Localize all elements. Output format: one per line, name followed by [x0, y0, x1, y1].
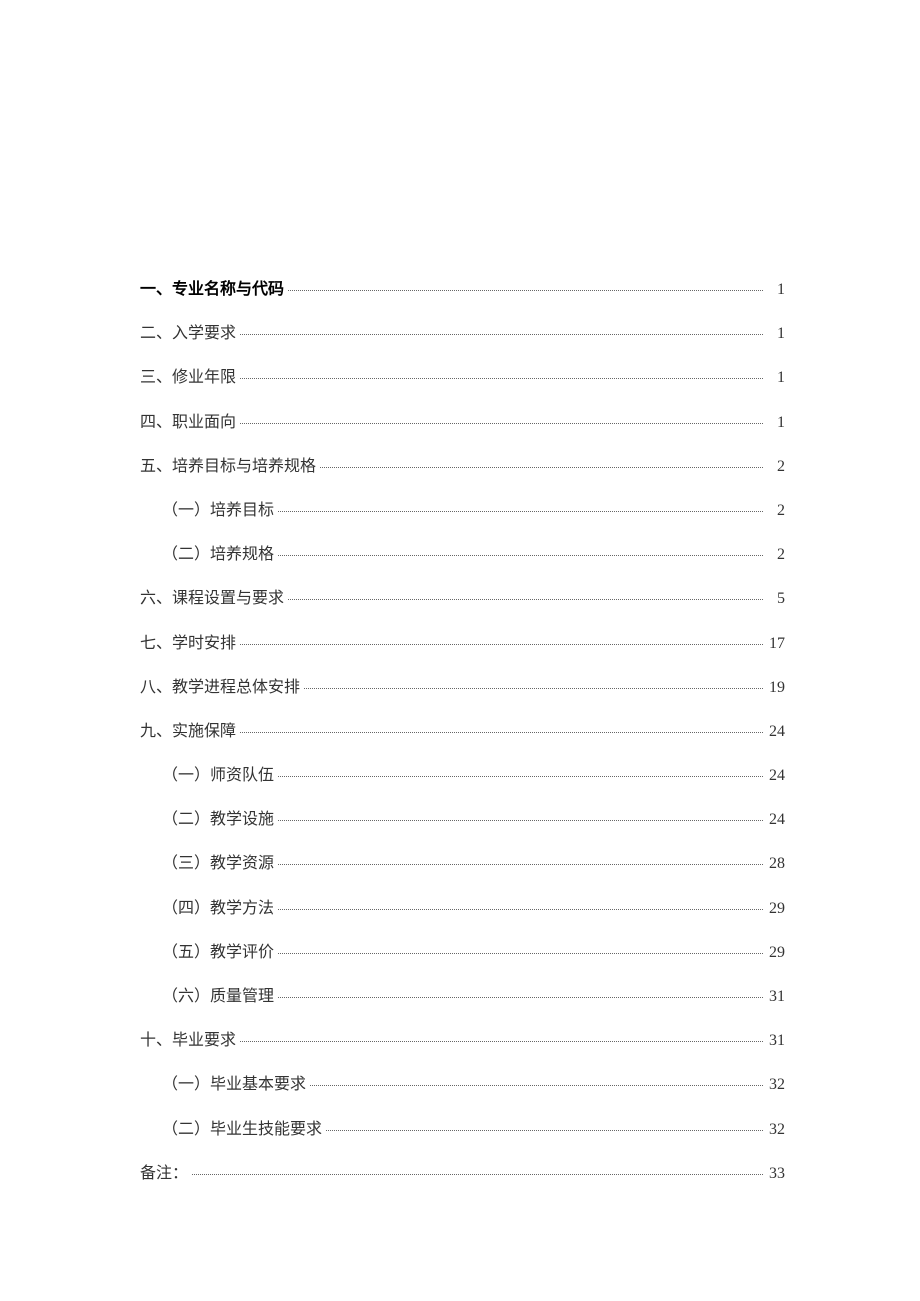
toc-entry: （一）毕业基本要求 32 [140, 1075, 785, 1094]
toc-entry: （二）培养规格 2 [140, 545, 785, 564]
toc-page-number: 2 [767, 545, 785, 564]
toc-page-number: 32 [767, 1075, 785, 1094]
toc-title: 三、修业年限 [140, 368, 236, 387]
toc-entry: （三）教学资源 28 [140, 854, 785, 873]
dot-leader [278, 820, 763, 821]
dot-leader [288, 290, 763, 291]
toc-title: 六、课程设置与要求 [140, 589, 284, 608]
toc-title: 四、职业面向 [140, 413, 236, 432]
toc-title: （六）质量管理 [162, 987, 274, 1006]
toc-entry: （六）质量管理 31 [140, 987, 785, 1006]
dot-leader [240, 732, 763, 733]
toc-entry: 六、课程设置与要求 5 [140, 589, 785, 608]
toc-page-number: 24 [767, 722, 785, 741]
document-page: 一、专业名称与代码 1 二、入学要求 1 三、修业年限 1 四、职业面向 1 五、培养目标与培养… [0, 0, 920, 1301]
toc-title: （一）毕业基本要求 [162, 1075, 306, 1094]
toc-page-number: 31 [767, 1031, 785, 1050]
toc-title: 七、学时安排 [140, 634, 236, 653]
toc-page-number: 2 [767, 457, 785, 476]
dot-leader [326, 1130, 763, 1131]
toc-entry: （一）培养目标 2 [140, 501, 785, 520]
toc-page-number: 19 [767, 678, 785, 697]
dot-leader [240, 423, 763, 424]
toc-entry: 四、职业面向 1 [140, 413, 785, 432]
toc-entry: （五）教学评价 29 [140, 943, 785, 962]
toc-entry: 三、修业年限 1 [140, 368, 785, 387]
toc-title: 九、实施保障 [140, 722, 236, 741]
toc-title: 十、毕业要求 [140, 1031, 236, 1050]
dot-leader [240, 1041, 763, 1042]
toc-title: （二）培养规格 [162, 545, 274, 564]
toc-title: 一、专业名称与代码 [140, 280, 284, 299]
toc-title: （四）教学方法 [162, 899, 274, 918]
toc-entry: 九、实施保障 24 [140, 722, 785, 741]
toc-entry: （二）毕业生技能要求 32 [140, 1120, 785, 1139]
toc-title: 二、入学要求 [140, 324, 236, 343]
dot-leader [278, 953, 763, 954]
toc-title: 五、培养目标与培养规格 [140, 457, 316, 476]
dot-leader [278, 909, 763, 910]
dot-leader [240, 644, 763, 645]
toc-title: （一）培养目标 [162, 501, 274, 520]
toc-page-number: 1 [767, 324, 785, 343]
dot-leader [278, 776, 763, 777]
toc-title: （五）教学评价 [162, 943, 274, 962]
dot-leader [304, 688, 763, 689]
toc-entry: 二、入学要求 1 [140, 324, 785, 343]
table-of-contents: 一、专业名称与代码 1 二、入学要求 1 三、修业年限 1 四、职业面向 1 五、培养目标与培养… [140, 280, 785, 1183]
toc-page-number: 2 [767, 501, 785, 520]
toc-page-number: 17 [767, 634, 785, 653]
dot-leader [278, 555, 763, 556]
dot-leader [240, 334, 763, 335]
toc-page-number: 1 [767, 368, 785, 387]
toc-page-number: 5 [767, 589, 785, 608]
toc-title: 八、教学进程总体安排 [140, 678, 300, 697]
toc-entry: 五、培养目标与培养规格 2 [140, 457, 785, 476]
toc-title: （二）毕业生技能要求 [162, 1120, 322, 1139]
dot-leader [278, 511, 763, 512]
dot-leader [320, 467, 763, 468]
dot-leader [278, 997, 763, 998]
toc-entry: （四）教学方法 29 [140, 899, 785, 918]
dot-leader [288, 599, 763, 600]
toc-page-number: 32 [767, 1120, 785, 1139]
toc-page-number: 31 [767, 987, 785, 1006]
dot-leader [310, 1085, 763, 1086]
toc-page-number: 24 [767, 766, 785, 785]
toc-title: 备注： [140, 1164, 188, 1183]
toc-title: （二）教学设施 [162, 810, 274, 829]
toc-page-number: 1 [767, 413, 785, 432]
toc-entry: （一）师资队伍 24 [140, 766, 785, 785]
toc-page-number: 33 [767, 1164, 785, 1183]
toc-page-number: 29 [767, 899, 785, 918]
toc-entry: （二）教学设施 24 [140, 810, 785, 829]
toc-title: （三）教学资源 [162, 854, 274, 873]
toc-page-number: 29 [767, 943, 785, 962]
toc-entry: 备注： 33 [140, 1164, 785, 1183]
toc-entry: 一、专业名称与代码 1 [140, 280, 785, 299]
dot-leader [192, 1174, 763, 1175]
toc-page-number: 1 [767, 280, 785, 299]
toc-page-number: 24 [767, 810, 785, 829]
toc-entry: 七、学时安排 17 [140, 634, 785, 653]
toc-entry: 十、毕业要求 31 [140, 1031, 785, 1050]
toc-title: （一）师资队伍 [162, 766, 274, 785]
toc-page-number: 28 [767, 854, 785, 873]
dot-leader [278, 864, 763, 865]
toc-entry: 八、教学进程总体安排 19 [140, 678, 785, 697]
dot-leader [240, 378, 763, 379]
